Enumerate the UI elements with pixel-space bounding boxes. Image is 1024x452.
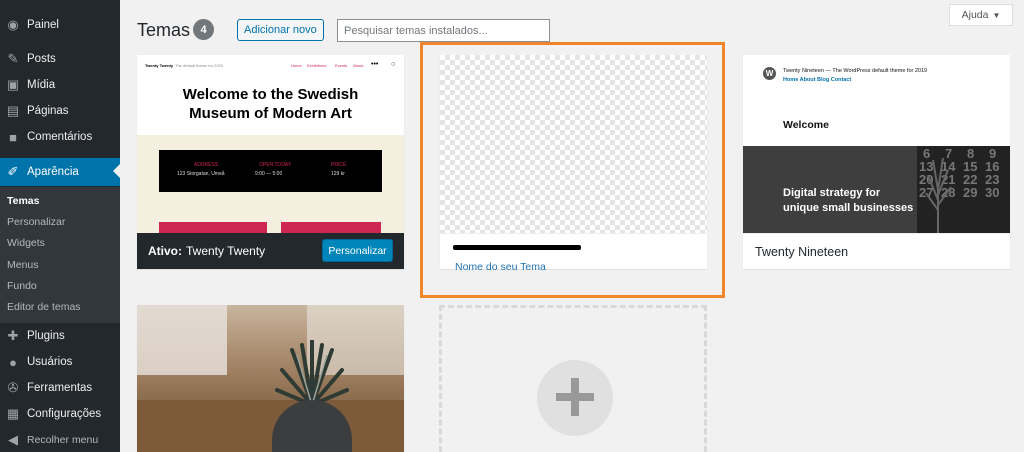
preview-search-icon: ○ (391, 61, 396, 68)
theme-card-twenty-nineteen[interactable]: W Twenty Nineteen — The WordPress defaul… (743, 55, 1010, 269)
comments-icon: ■ (9, 129, 17, 145)
user-icon: ● (9, 354, 17, 370)
preview-cell-label: ADDRESS (194, 162, 219, 168)
menu-item-ferramentas[interactable]: ✇ Ferramentas (0, 375, 120, 401)
theme-name: Twenty Nineteen (743, 233, 1010, 269)
calendar-number: 29 (963, 185, 978, 200)
brush-icon: ✐ (7, 164, 19, 179)
menu-item-posts[interactable]: ✎ Posts (0, 46, 120, 72)
admin-sidebar: ◉ Painel ✎ Posts ▣ Mídia ▤ Páginas ■ Com… (0, 0, 120, 452)
pin-icon: ✎ (7, 51, 19, 66)
add-new-theme-card[interactable] (439, 305, 707, 452)
preview-cell-label: OPEN TODAY (259, 162, 292, 168)
submenu-item-menus[interactable]: Menus (7, 259, 39, 271)
collapse-menu-button[interactable]: ◀ Recolher menu (0, 427, 120, 452)
menu-item-configuracoes[interactable]: ▦ Configurações (0, 401, 120, 427)
appearance-submenu: Temas Personalizar Widgets Menus Fundo E… (0, 187, 120, 323)
media-icon: ▣ (6, 77, 20, 92)
menu-label: Mídia (27, 79, 56, 91)
theme-card-custom[interactable]: Nome do seu Tema (440, 55, 707, 273)
menu-label: Aparência (27, 166, 79, 178)
menu-label: Recolher menu (27, 434, 99, 446)
theme-screenshot: W Twenty Nineteen — The WordPress defaul… (743, 55, 1010, 233)
submenu-item-editor-temas[interactable]: Editor de temas (7, 301, 81, 313)
collapse-icon: ◀ (8, 432, 18, 447)
preview-site-title: Twenty Nineteen — The WordPress default … (783, 68, 928, 74)
menu-label: Comentários (27, 131, 93, 143)
submenu-item-fundo[interactable]: Fundo (7, 280, 37, 292)
preview-nav-item: About (353, 63, 364, 68)
pages-icon: ▤ (6, 103, 20, 118)
preview-cell-value: 9:00 — 5:00 (255, 171, 283, 177)
theme-screenshot-placeholder (440, 55, 707, 233)
menu-label: Usuários (27, 356, 73, 368)
menu-item-aparencia[interactable]: ✐ Aparência (0, 158, 120, 186)
theme-count-badge: 4 (193, 19, 214, 40)
strategy-line: Digital strategy for (783, 187, 881, 199)
preview-site-title: Twenty Twenty (145, 63, 174, 68)
theme-card-twenty-twenty[interactable]: Twenty Twenty The default theme for 2020… (137, 55, 404, 269)
customize-button[interactable]: Personalizar (322, 239, 393, 262)
plugin-icon: ✚ (7, 328, 19, 343)
menu-item-comentarios[interactable]: ■ Comentários (0, 124, 120, 150)
theme-card-twenty-seventeen[interactable] (137, 305, 404, 452)
dashboard-icon: ◉ (7, 17, 19, 32)
preview-image-block (159, 222, 267, 233)
plant-icon (925, 157, 952, 233)
menu-label: Páginas (27, 105, 69, 117)
submenu-item-temas[interactable]: Temas (7, 195, 40, 207)
strategy-line: unique small businesses (783, 202, 914, 214)
active-label: Ativo: (148, 244, 182, 258)
settings-icon: ▦ (6, 406, 20, 421)
preview-heading: Welcome to the Swedish Museum of Modern … (137, 85, 404, 123)
preview-cell-value: 123 Storgatan, Umeå (177, 171, 225, 177)
preview-more-icon: ••• (371, 61, 379, 68)
preview-strategy-text: Digital strategy for unique small busine… (783, 186, 913, 216)
theme-name: Twenty Twenty (186, 244, 266, 258)
menu-item-paginas[interactable]: ▤ Páginas (0, 98, 120, 124)
theme-screenshot: Twenty Twenty The default theme for 2020… (137, 55, 404, 233)
theme-subtitle-link[interactable]: Nome do seu Tema (455, 261, 546, 273)
menu-item-painel[interactable]: ◉ Painel (0, 12, 120, 38)
preview-cell-value: 129 kr (331, 171, 345, 177)
wordpress-logo-icon: W (763, 67, 776, 80)
preview-welcome: Welcome (783, 119, 829, 131)
preview-nav: Home About Blog Contact (783, 77, 852, 83)
succulent-plant-icon (275, 340, 349, 405)
submenu-item-widgets[interactable]: Widgets (7, 237, 45, 249)
preview-header: Twenty Twenty The default theme for 2020… (137, 55, 404, 83)
menu-item-midia[interactable]: ▣ Mídia (0, 72, 120, 98)
preview-info-box: ADDRESS 123 Storgatan, Umeå OPEN TODAY 9… (159, 150, 382, 192)
preview-heading-line: Welcome to the Swedish (182, 86, 359, 103)
add-new-button[interactable]: Adicionar novo (237, 19, 324, 41)
plus-icon (537, 360, 613, 436)
preview-nav-item: Home (291, 63, 302, 68)
menu-label: Ferramentas (27, 382, 93, 394)
caret-down-icon: ▼ (992, 10, 1001, 20)
preview-nav-item: Exhibitions (307, 63, 327, 68)
submenu-item-personalizar[interactable]: Personalizar (7, 216, 65, 228)
search-themes-input[interactable] (337, 19, 550, 42)
menu-label: Plugins (27, 330, 65, 342)
wrench-icon: ✇ (7, 380, 19, 395)
help-label: Ajuda (961, 9, 989, 21)
theme-screenshot (137, 305, 404, 452)
preview-tagline: The default theme for 2020 (175, 63, 224, 68)
help-button[interactable]: Ajuda ▼ (949, 4, 1013, 26)
menu-label: Painel (27, 19, 59, 31)
preview-heading-line: Museum of Modern Art (189, 105, 352, 122)
menu-item-plugins[interactable]: ✚ Plugins (0, 323, 120, 349)
preview-cell-label: PRICE (331, 162, 347, 168)
menu-label: Posts (27, 53, 56, 65)
calendar-number: 30 (985, 185, 1000, 200)
page-title: Temas (137, 20, 191, 40)
preview-table (137, 400, 404, 452)
menu-label: Configurações (27, 408, 102, 420)
preview-window-light (137, 305, 227, 375)
preview-nav-item: Events (335, 63, 348, 68)
redacted-theme-name (453, 245, 581, 250)
menu-item-usuarios[interactable]: ● Usuários (0, 349, 120, 375)
preview-image-block (281, 222, 381, 233)
